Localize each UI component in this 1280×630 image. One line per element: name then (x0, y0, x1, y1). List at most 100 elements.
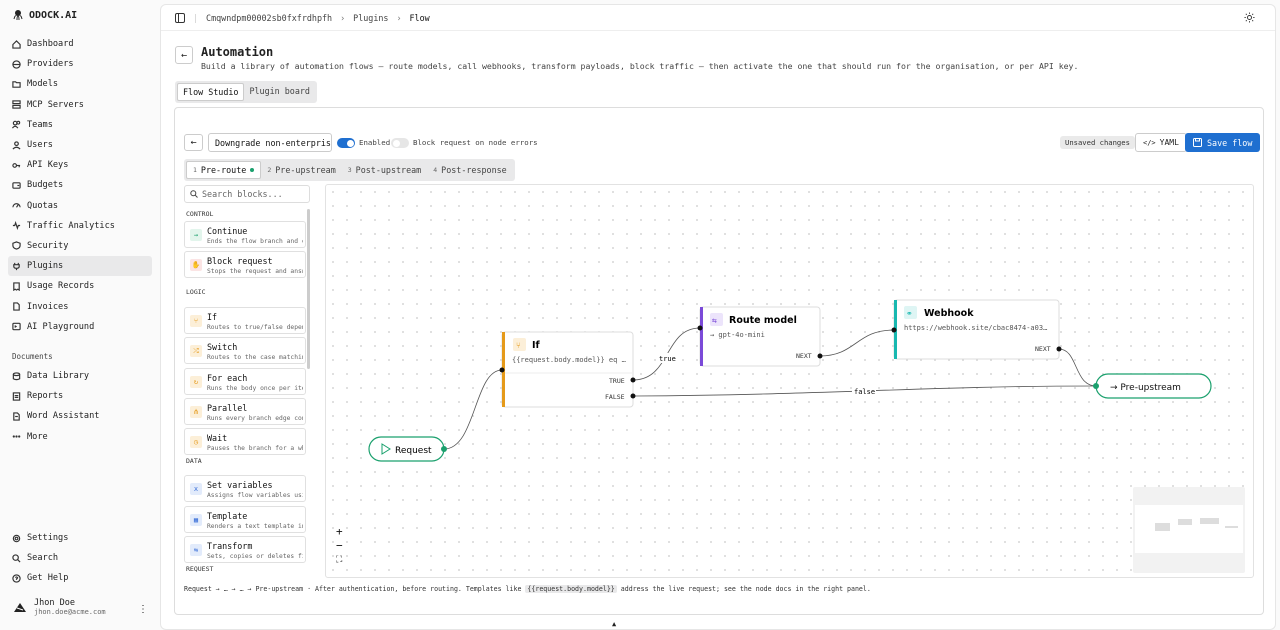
sidebar-item-data-library[interactable]: Data Library (8, 366, 152, 386)
if-title: If (532, 340, 541, 351)
shield-icon (12, 241, 21, 251)
webhook-node[interactable]: ⚭ Webhook https://webhook.site/cbac8474-… (891, 299, 1062, 360)
block-wait[interactable]: ◷ Wait Pauses the branch for a while (184, 428, 306, 455)
sidebar-item-label: Reports (27, 391, 64, 402)
save-flow-button[interactable]: Save flow (1185, 133, 1261, 152)
if-node[interactable]: ⑂ If {{request.body.model}} eq … TRUE FA… (499, 331, 636, 408)
port (1093, 383, 1099, 389)
sidebar-item-plugins[interactable]: Plugins (8, 256, 152, 277)
port (499, 367, 505, 373)
sidebar-item-teams[interactable]: Teams (8, 115, 152, 135)
stage-post-upstream[interactable]: 3 Post-upstream (342, 161, 427, 179)
block-block-request[interactable]: ✋ Block request Stops the request and answ… (184, 251, 306, 278)
block-palette: Search blocks... CONTROL LOGIC DATA REQU… (184, 185, 310, 575)
breadcrumb: | Cmqwndpm00002sb0fxfrdhpfh › Plugins › … (161, 5, 1275, 31)
sidebar-item-security[interactable]: Security (8, 236, 152, 256)
block-for-each[interactable]: ↻ For each Runs the body once per item (184, 368, 306, 395)
sidebar-item-more[interactable]: More (8, 427, 152, 447)
sidebar-item-quotas[interactable]: Quotas (8, 196, 152, 216)
stage-label: Pre-route (200, 165, 247, 175)
flow-name-input[interactable] (208, 133, 332, 152)
block-switch[interactable]: ⤮ Switch Routes to the case matching (184, 337, 306, 364)
caret-up-icon[interactable]: ▲ (612, 620, 616, 628)
yaml-button[interactable]: </> YAML (1135, 133, 1187, 152)
category-request: REQUEST (186, 565, 214, 573)
zoom-in-button[interactable]: + (336, 525, 343, 538)
port (697, 325, 703, 331)
user-icon (12, 140, 21, 150)
sidebar-item-providers[interactable]: Providers (8, 54, 152, 74)
block-icon: ↻ (190, 376, 202, 388)
zoom-out-button[interactable]: − (336, 539, 343, 552)
stage-post-response[interactable]: 4 Post-response (427, 161, 512, 179)
block-parallel[interactable]: ⋔ Parallel Runs every branch edge concurre… (184, 398, 306, 425)
sidebar-item-traffic-analytics[interactable]: Traffic Analytics (8, 216, 152, 236)
sidebar-item-label: More (27, 431, 48, 442)
sidebar-item-label: Quotas (27, 200, 59, 211)
sidebar-item-users[interactable]: Users (8, 135, 152, 155)
stage-pre-route[interactable]: 1 Pre-route (186, 161, 262, 179)
pre-upstream-end-node[interactable]: → Pre-upstream (1093, 373, 1212, 399)
page-tabs: Flow Studio Plugin board (175, 81, 317, 103)
sidebar-item-label: Security (27, 240, 69, 251)
block-transform[interactable]: ⇆ Transform Sets, copies or deletes fields (184, 536, 306, 563)
tab-plugin-board[interactable]: Plugin board (244, 83, 315, 101)
sidebar: ODOCK.AI Dashboard Providers Models MCP Ser… (0, 0, 160, 630)
chevron-right-icon: › (340, 12, 346, 23)
studio-back-button[interactable]: ← (184, 134, 203, 151)
sidebar-item-ai-playground[interactable]: AI Playground (8, 317, 152, 337)
sidebar-item-dashboard[interactable]: Dashboard (8, 34, 152, 54)
stage-number: 3 (347, 166, 352, 174)
sidebar-item-label: API Keys (27, 160, 69, 171)
sidebar-item-search[interactable]: Search (8, 548, 152, 568)
block-set-variables[interactable]: x Set variables Assigns flow variables usi… (184, 475, 306, 502)
flow-canvas[interactable]: true false Request ⑂ If {{request.body.m… (325, 184, 1254, 578)
sidebar-item-budgets[interactable]: Budgets (8, 175, 152, 195)
minimap[interactable] (1133, 487, 1245, 573)
block-search-input[interactable]: Search blocks... (184, 185, 310, 203)
fit-view-button[interactable]: ⛶ (336, 555, 342, 565)
route-model-node[interactable]: ⇆ Route model → gpt-4o-mini NEXT (697, 306, 823, 367)
sidebar-item-reports[interactable]: Reports (8, 386, 152, 406)
sidebar-item-mcp-servers[interactable]: MCP Servers (8, 95, 152, 115)
block-description: Assigns flow variables using (207, 492, 303, 499)
block-errors-toggle[interactable] (391, 138, 409, 148)
enabled-toggle[interactable] (337, 138, 355, 148)
sidebar-item-api-keys[interactable]: API Keys (8, 155, 152, 175)
gear-icon (12, 534, 21, 542)
palette-scrollbar[interactable] (307, 209, 310, 369)
receipt-icon (13, 282, 20, 291)
breadcrumb-org[interactable]: Cmqwndpm00002sb0fxfrdhpfh (206, 13, 332, 23)
block-if[interactable]: ⑂ If Routes to true/false depending (184, 307, 306, 334)
breadcrumb-plugins[interactable]: Plugins (353, 13, 388, 23)
users-icon (12, 121, 21, 129)
sidebar-toggle-icon[interactable] (175, 12, 185, 23)
request-node[interactable]: Request (368, 436, 447, 462)
block-name: Wait (207, 433, 228, 443)
sidebar-item-label: Settings (27, 533, 69, 544)
block-description: Pauses the branch for a while (207, 445, 303, 452)
sidebar-item-invoices[interactable]: Invoices (8, 296, 152, 316)
sidebar-item-models[interactable]: Models (8, 74, 152, 94)
sidebar-item-get-help[interactable]: Get Help (8, 568, 152, 588)
sidebar-item-settings[interactable]: Settings (8, 528, 152, 548)
brand[interactable]: ODOCK.AI (12, 9, 77, 21)
edge-webhook-end (1058, 348, 1097, 387)
tab-flow-studio[interactable]: Flow Studio (177, 83, 245, 101)
block-template[interactable]: ▦ Template Renders a text template into (184, 506, 306, 533)
sidebar-item-usage-records[interactable]: Usage Records (8, 276, 152, 296)
route-next-label: NEXT (796, 352, 812, 360)
arrow-left-icon: ← (190, 137, 197, 148)
stage-pre-upstream[interactable]: 2 Pre-upstream (261, 161, 341, 179)
sidebar-item-word-assistant[interactable]: Word Assistant (8, 406, 152, 426)
user-profile[interactable]: Jhon Doe jhon.doe@acme.com (12, 598, 106, 616)
flow-graph: true false Request ⑂ If {{request.body.m… (368, 299, 1212, 462)
active-dot (250, 168, 255, 172)
block-continue[interactable]: → Continue Ends the flow branch and contin… (184, 221, 306, 248)
back-button[interactable]: ← (175, 46, 193, 64)
theme-toggle-icon[interactable] (1244, 12, 1255, 23)
block-name: Template (207, 511, 248, 521)
user-menu-icon[interactable]: ⋮ (138, 604, 148, 615)
terminal-icon (12, 322, 21, 331)
page-title: Automation (201, 45, 274, 59)
